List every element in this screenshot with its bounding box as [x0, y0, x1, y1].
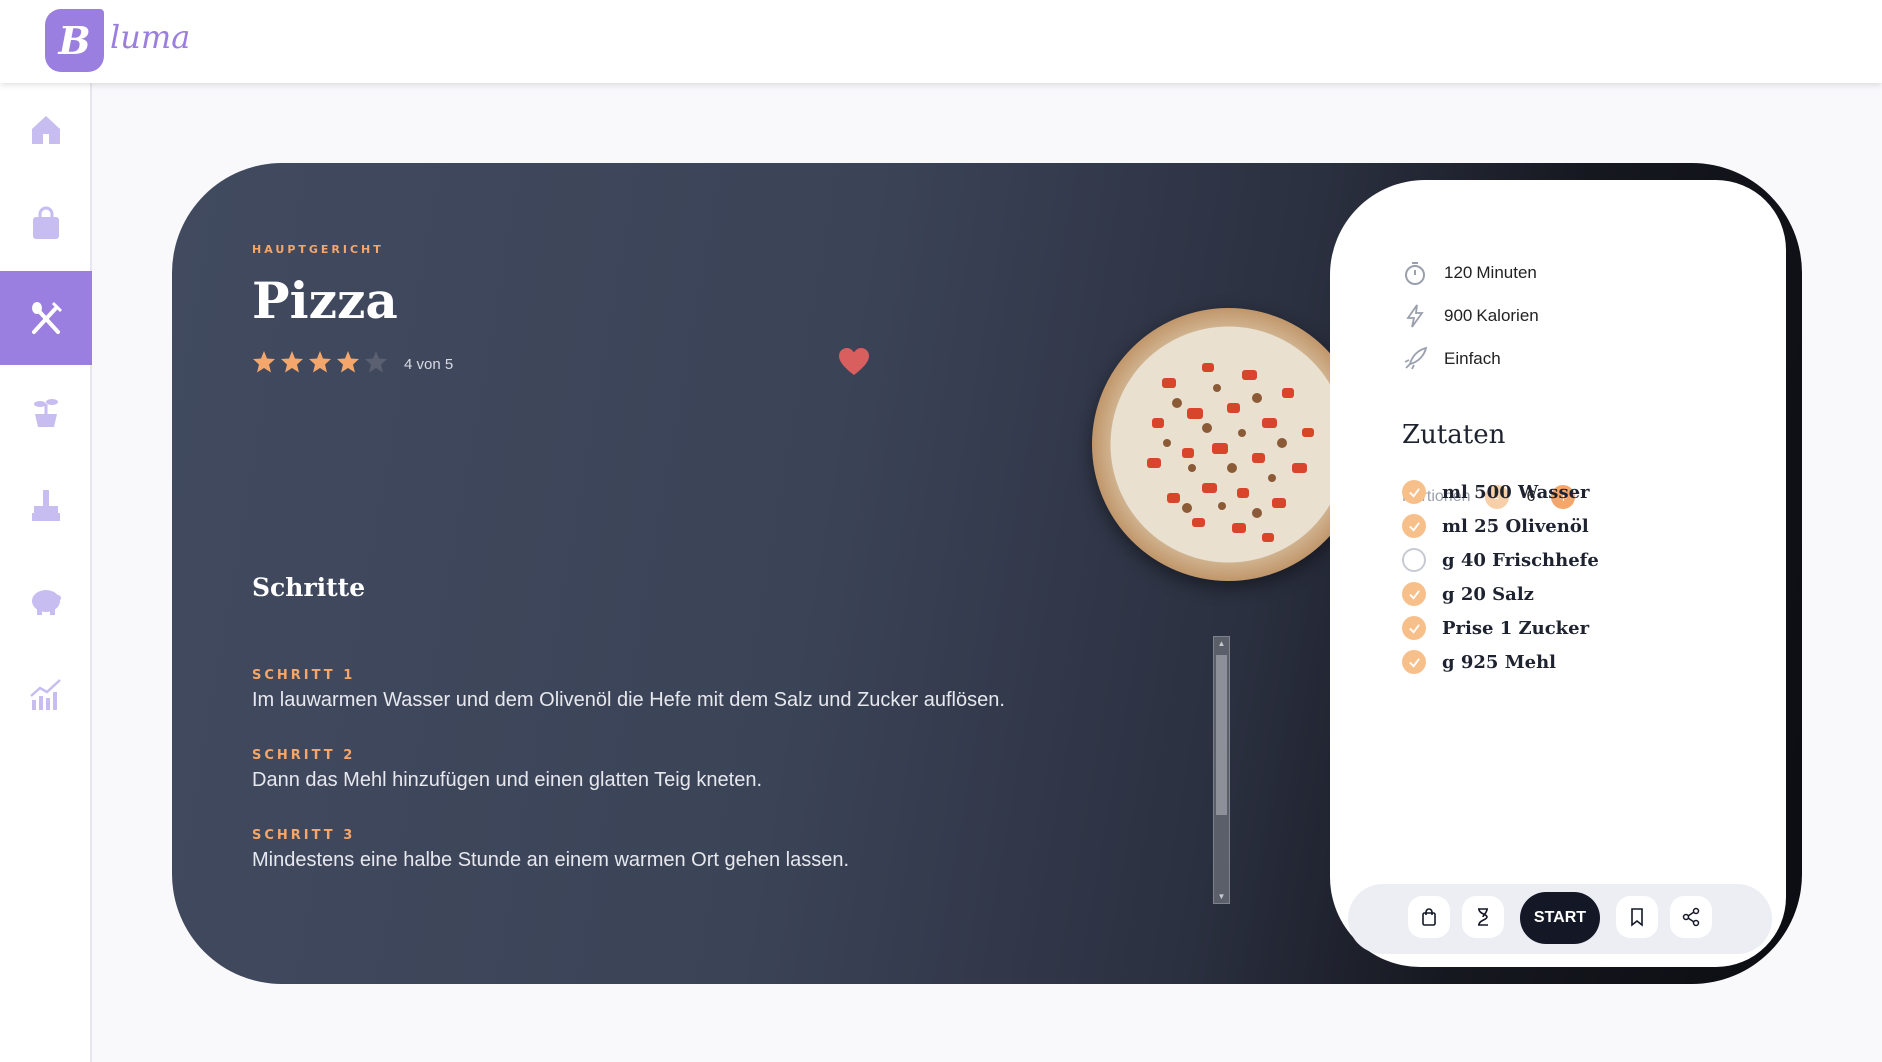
difficulty: Einfach	[1402, 346, 1501, 372]
checkmark-icon[interactable]	[1402, 514, 1426, 538]
logo-text[interactable]: luma	[110, 18, 190, 56]
star-filled-icon[interactable]	[308, 350, 332, 374]
shopping-bag-icon	[33, 206, 59, 239]
steps-heading: Schritte	[252, 573, 366, 602]
rocket-icon	[1404, 346, 1428, 370]
ingredient-label: g 20 Salz	[1442, 583, 1534, 605]
calories-value: 900	[1444, 306, 1473, 325]
bookmark-button[interactable]	[1616, 896, 1658, 938]
step-text: Dann das Mehl hinzufügen und einen glatt…	[252, 769, 763, 791]
calories-unit: Kalorien	[1476, 306, 1539, 325]
sidebar-item-statistics[interactable]	[0, 647, 92, 741]
ingredient-item[interactable]: ml 500 Wasser	[1402, 480, 1590, 504]
pizza-image	[1092, 308, 1365, 581]
fork-knife-icon	[32, 301, 63, 334]
step-label: SCHRITT 2	[252, 748, 356, 763]
checkmark-icon[interactable]	[1402, 480, 1426, 504]
checkmark-icon[interactable]	[1402, 616, 1426, 640]
piggy-bank-icon	[32, 590, 61, 615]
cook-time-unit: Minuten	[1476, 263, 1537, 282]
unchecked-circle-icon[interactable]	[1402, 548, 1426, 572]
cook-time-value: 120	[1444, 263, 1473, 282]
hourglass-icon	[1478, 908, 1488, 926]
start-button[interactable]: START	[1520, 892, 1600, 944]
checkmark-icon[interactable]	[1402, 650, 1426, 674]
difficulty-value: Einfach	[1444, 349, 1501, 368]
star-filled-icon[interactable]	[280, 350, 304, 374]
logo-letter: B	[58, 18, 91, 63]
sidebar	[0, 83, 92, 1062]
sidebar-item-shopping[interactable]	[0, 177, 92, 271]
step-label: SCHRITT 3	[252, 828, 356, 843]
star-empty-icon[interactable]	[364, 350, 388, 374]
recipe-title: Pizza	[252, 271, 398, 330]
recipe-category: HAUPTGERICHT	[252, 243, 384, 256]
calories: 900 Kalorien	[1402, 303, 1539, 329]
bar-chart-icon	[30, 679, 61, 710]
sidebar-item-cleaning[interactable]	[0, 459, 92, 553]
step-text: Mindestens eine halbe Stunde an einem wa…	[252, 849, 850, 871]
rating-text: 4 von 5	[404, 356, 454, 373]
ingredient-label: ml 500 Wasser	[1442, 481, 1590, 503]
ingredient-item[interactable]: ml 25 Olivenöl	[1402, 514, 1589, 538]
ingredient-item[interactable]: Prise 1 Zucker	[1402, 616, 1589, 640]
top-bar: B luma	[0, 0, 1882, 83]
broom-icon	[32, 490, 60, 521]
action-toolbar: START	[1348, 884, 1772, 954]
cook-time: 120 Minuten	[1402, 260, 1537, 286]
ingredient-item[interactable]: g 40 Frischhefe	[1402, 548, 1599, 572]
ingredients-heading: Zutaten	[1402, 420, 1506, 450]
step-item: SCHRITT 1 Im lauwarmen Wasser und dem Ol…	[252, 668, 1005, 712]
home-icon	[32, 116, 60, 144]
ingredient-label: ml 25 Olivenöl	[1442, 515, 1589, 537]
sidebar-item-home[interactable]	[0, 83, 92, 177]
bookmark-icon	[1631, 908, 1643, 927]
plant-pot-icon	[34, 399, 58, 427]
lightning-icon	[1406, 304, 1424, 328]
step-label: SCHRITT 1	[252, 668, 356, 683]
checkmark-icon[interactable]	[1402, 582, 1426, 606]
recipe-details-panel: 120 Minuten 900 Kalorien Einfach Zutaten…	[1330, 180, 1786, 967]
stopwatch-icon	[1405, 262, 1425, 285]
ingredient-label: g 40 Frischhefe	[1442, 549, 1599, 571]
sidebar-item-savings[interactable]	[0, 553, 92, 647]
share-icon	[1682, 907, 1700, 927]
shopping-bag-icon	[1422, 908, 1436, 926]
ingredient-label: g 925 Mehl	[1442, 651, 1556, 673]
star-filled-icon[interactable]	[336, 350, 360, 374]
heart-icon[interactable]	[838, 347, 870, 377]
ingredient-item[interactable]: g 925 Mehl	[1402, 650, 1556, 674]
scrollbar-thumb[interactable]	[1216, 655, 1227, 815]
timer-button[interactable]	[1462, 896, 1504, 938]
steps-scrollbar[interactable]: ▲ ▼	[1213, 636, 1230, 904]
star-filled-icon[interactable]	[252, 350, 276, 374]
sidebar-item-plants[interactable]	[0, 365, 92, 459]
step-item: SCHRITT 2 Dann das Mehl hinzufügen und e…	[252, 748, 762, 792]
ingredient-item[interactable]: g 20 Salz	[1402, 582, 1534, 606]
scroll-down-icon[interactable]: ▼	[1217, 892, 1226, 901]
step-text: Im lauwarmen Wasser und dem Olivenöl die…	[252, 689, 1005, 711]
share-button[interactable]	[1670, 896, 1712, 938]
scroll-up-icon[interactable]: ▲	[1217, 639, 1226, 648]
shopping-list-button[interactable]	[1408, 896, 1450, 938]
star-rating[interactable]	[252, 350, 388, 374]
sidebar-item-recipes[interactable]	[0, 271, 92, 365]
logo-mark[interactable]: B	[45, 9, 104, 72]
step-item: SCHRITT 3 Mindestens eine halbe Stunde a…	[252, 828, 849, 872]
ingredient-label: Prise 1 Zucker	[1442, 617, 1590, 639]
